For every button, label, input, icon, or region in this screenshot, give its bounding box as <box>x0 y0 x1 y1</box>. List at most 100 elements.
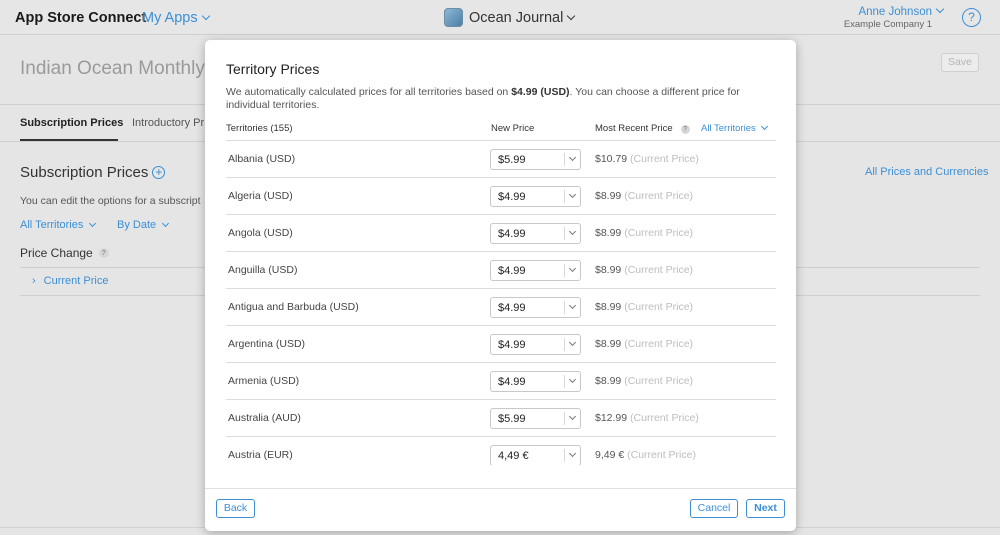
chevron-down-icon <box>162 219 170 228</box>
table-row: Australia (AUD) $5.99 $12.99 (Current Pr… <box>226 400 776 437</box>
help-icon[interactable]: ? <box>962 8 981 27</box>
recent-price-note: (Current Price) <box>624 264 694 276</box>
recent-price-note: (Current Price) <box>630 412 699 424</box>
section-description: You can edit the options for a subscript <box>20 195 201 207</box>
chevron-down-icon <box>568 227 577 236</box>
new-price-value: $4.99 <box>498 191 526 203</box>
recent-price-value: $8.99 <box>595 190 622 202</box>
table-row: Antigua and Barbuda (USD) $4.99 $8.99 (C… <box>226 289 776 326</box>
table-row: Argentina (USD) $4.99 $8.99 (Current Pri… <box>226 326 776 363</box>
select-divider <box>564 190 565 203</box>
chevron-down-icon <box>568 449 577 458</box>
territory-filter-label: All Territories <box>701 123 756 134</box>
recent-price-value: $12.99 <box>595 412 628 424</box>
recent-price: $8.99 (Current Price) <box>595 264 693 276</box>
select-divider <box>564 301 565 314</box>
all-prices-link[interactable]: All Prices and Currencies <box>865 166 989 178</box>
save-button[interactable]: Save <box>941 53 979 72</box>
column-recent-price-label: Most Recent Price <box>595 123 673 134</box>
new-price-select[interactable]: $4.99 <box>490 260 581 281</box>
app-switcher[interactable]: Ocean Journal <box>469 10 576 26</box>
tab-introductory-prices[interactable]: Introductory Pr <box>132 117 204 129</box>
recent-price-note: (Current Price) <box>624 375 694 387</box>
modal-description: We automatically calculated prices for a… <box>226 86 766 112</box>
company-name: Example Company 1 <box>843 19 932 30</box>
territory-prices-modal: Territory Prices We automatically calcul… <box>205 40 796 531</box>
desc-price: $4.99 (USD) <box>511 86 570 98</box>
date-filter-label: By Date <box>117 219 157 231</box>
my-apps-menu[interactable]: My Apps <box>142 10 210 26</box>
recent-price-note: (Current Price) <box>624 301 694 313</box>
user-name: Anne Johnson <box>858 6 932 18</box>
select-divider <box>564 264 565 277</box>
recent-price: $8.99 (Current Price) <box>595 227 693 239</box>
new-price-value: $5.99 <box>498 154 526 166</box>
new-price-select[interactable]: $5.99 <box>490 149 581 170</box>
new-price-value: $5.99 <box>498 413 526 425</box>
back-button[interactable]: Back <box>216 499 255 518</box>
section-title: Subscription Prices + <box>20 164 166 181</box>
current-price-row[interactable]: › Current Price <box>32 275 108 287</box>
territory-name: Argentina (USD) <box>228 338 306 350</box>
recent-price-value: $8.99 <box>595 338 622 350</box>
help-icon[interactable]: ? <box>680 125 690 134</box>
new-price-select[interactable]: $4.99 <box>490 371 581 392</box>
chevron-down-icon <box>568 264 577 273</box>
territory-filter-dropdown[interactable]: All Territories <box>701 122 768 134</box>
select-divider <box>564 375 565 388</box>
territory-list[interactable]: Albania (USD) $5.99 $10.79 (Current Pric… <box>226 141 776 465</box>
new-price-select[interactable]: $4.99 <box>490 297 581 318</box>
recent-price-note: (Current Price) <box>627 449 696 461</box>
new-price-value: $4.99 <box>498 339 526 351</box>
table-row: Anguilla (USD) $4.99 $8.99 (Current Pric… <box>226 252 776 289</box>
new-price-select[interactable]: 4,49 € <box>490 445 581 465</box>
section-title-text: Subscription Prices <box>20 164 149 181</box>
table-row: Armenia (USD) $4.99 $8.99 (Current Price… <box>226 363 776 400</box>
recent-price-note: (Current Price) <box>624 227 694 239</box>
territory-name: Antigua and Barbuda (USD) <box>228 301 359 313</box>
recent-price-note: (Current Price) <box>624 190 694 202</box>
new-price-select[interactable]: $4.99 <box>490 223 581 244</box>
recent-price-value: $8.99 <box>595 375 622 387</box>
new-price-value: 4,49 € <box>498 450 529 462</box>
chevron-down-icon <box>935 4 945 14</box>
table-row: Angola (USD) $4.99 $8.99 (Current Price) <box>226 215 776 252</box>
cancel-button[interactable]: Cancel <box>690 499 738 518</box>
help-icon[interactable]: ? <box>98 248 109 258</box>
select-divider <box>564 338 565 351</box>
new-price-select[interactable]: $4.99 <box>490 334 581 355</box>
table-row: Algeria (USD) $4.99 $8.99 (Current Price… <box>226 178 776 215</box>
top-bar: App Store Connect My Apps Ocean Journal … <box>0 0 1000 35</box>
recent-price: $8.99 (Current Price) <box>595 190 693 202</box>
my-apps-label: My Apps <box>142 10 198 26</box>
territory-name: Australia (AUD) <box>228 412 301 424</box>
territories-filter[interactable]: All Territories <box>20 219 97 231</box>
user-menu[interactable]: Anne Johnson <box>858 4 945 18</box>
new-price-value: $4.99 <box>498 376 526 388</box>
price-change-label: Price Change <box>20 246 93 260</box>
new-price-select[interactable]: $4.99 <box>490 186 581 207</box>
new-price-value: $4.99 <box>498 302 526 314</box>
recent-price-value: 9,49 € <box>595 449 625 461</box>
recent-price-value: $10.79 <box>595 153 628 165</box>
territory-name: Algeria (USD) <box>228 190 293 202</box>
brand-title[interactable]: App Store Connect <box>15 10 146 26</box>
chevron-down-icon <box>568 153 577 162</box>
territory-name: Anguilla (USD) <box>228 264 298 276</box>
recent-price-note: (Current Price) <box>630 153 699 165</box>
next-button[interactable]: Next <box>746 499 785 518</box>
table-row: Austria (EUR) 4,49 € 9,49 € (Current Pri… <box>226 437 776 465</box>
territory-name: Armenia (USD) <box>228 375 300 387</box>
new-price-select[interactable]: $5.99 <box>490 408 581 429</box>
page-title: Indian Ocean Monthly <box>20 58 205 79</box>
tab-subscription-prices[interactable]: Subscription Prices <box>20 117 123 129</box>
territory-name: Angola (USD) <box>228 227 293 239</box>
recent-price: $8.99 (Current Price) <box>595 301 693 313</box>
chevron-down-icon <box>89 219 97 228</box>
date-filter[interactable]: By Date <box>117 219 170 231</box>
recent-price-note: (Current Price) <box>624 338 694 350</box>
select-divider <box>564 449 565 462</box>
recent-price-value: $8.99 <box>595 227 622 239</box>
add-icon[interactable]: + <box>152 166 166 179</box>
chevron-down-icon <box>568 412 577 421</box>
